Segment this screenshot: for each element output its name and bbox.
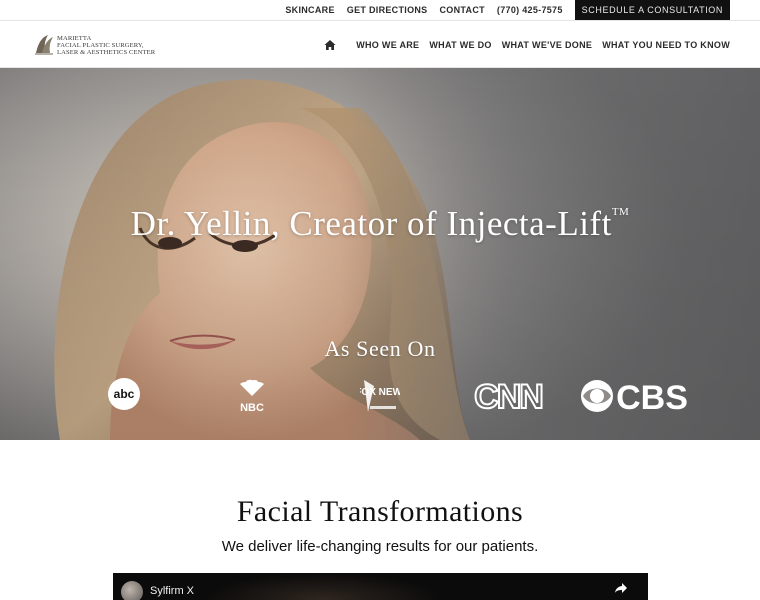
abc-logo-icon: abc xyxy=(108,378,140,410)
hero-banner: Dr. Yellin, Creator of Injecta-LiftTM As… xyxy=(0,68,760,440)
trademark-mark: TM xyxy=(611,206,630,218)
contact-link[interactable]: CONTACT xyxy=(439,5,484,15)
cnn-logo: CNN xyxy=(472,378,544,414)
top-bar: SKINCARE GET DIRECTIONS CONTACT (770) 42… xyxy=(0,0,760,20)
logo-line-2: FACIAL PLASTIC SURGERY, xyxy=(57,41,144,49)
logo-text: MARIETTA FACIAL PLASTIC SURGERY, LASER &… xyxy=(57,35,155,56)
nbc-logo: NBC xyxy=(234,378,270,414)
cnn-logo-text: CNN xyxy=(474,378,542,414)
nav-who-we-are[interactable]: WHO WE ARE xyxy=(356,40,419,50)
site-logo[interactable]: MARIETTA FACIAL PLASTIC SURGERY, LASER &… xyxy=(33,31,163,59)
hero-title-text: Dr. Yellin, Creator of Injecta-Lift xyxy=(130,204,612,243)
home-icon[interactable] xyxy=(324,39,336,51)
hero-title: Dr. Yellin, Creator of Injecta-LiftTM xyxy=(0,204,760,244)
nbc-logo-text: NBC xyxy=(240,402,264,414)
main-nav: WHO WE ARE WHAT WE DO WHAT WE'VE DONE WH… xyxy=(324,21,730,69)
skincare-link[interactable]: SKINCARE xyxy=(285,5,334,15)
nav-what-weve-done[interactable]: WHAT WE'VE DONE xyxy=(502,40,592,50)
logo-emblem-icon xyxy=(35,35,53,55)
section-subtitle: We deliver life-changing results for our… xyxy=(221,538,539,555)
main-header: MARIETTA FACIAL PLASTIC SURGERY, LASER &… xyxy=(0,20,760,68)
fox-news-logo-icon: FOX NEWS xyxy=(360,380,400,412)
abc-logo: abc xyxy=(108,378,140,410)
video-title[interactable]: Sylfirm X xyxy=(150,585,194,597)
nav-what-we-do[interactable]: WHAT WE DO xyxy=(429,40,491,50)
cnn-logo-icon: CNN xyxy=(473,378,544,414)
video-player[interactable]: Sylfirm X xyxy=(113,573,648,600)
video-thumbnail xyxy=(173,573,473,600)
abc-logo-text: abc xyxy=(114,387,135,401)
cbs-logo-text: CBS xyxy=(616,379,688,414)
nbc-peacock-icon: NBC xyxy=(240,379,264,414)
get-directions-link[interactable]: GET DIRECTIONS xyxy=(347,5,428,15)
as-seen-on-heading: As Seen On xyxy=(324,336,436,361)
channel-avatar[interactable] xyxy=(121,581,143,600)
cbs-logo: CBS xyxy=(580,378,692,414)
section-title: Facial Transformations xyxy=(236,495,524,528)
fox-news-logo: FOX NEWS xyxy=(360,378,400,414)
logo-line-1: MARIETTA xyxy=(57,34,92,42)
top-links: SKINCARE GET DIRECTIONS CONTACT (770) 42… xyxy=(285,0,730,20)
fox-news-logo-text: FOX NEWS xyxy=(360,387,400,398)
logo-line-3: LASER & AESTHETICS CENTER xyxy=(57,48,156,56)
share-icon[interactable] xyxy=(614,582,628,594)
phone-link[interactable]: (770) 425-7575 xyxy=(497,5,563,15)
cbs-eye-icon: CBS xyxy=(581,379,688,414)
schedule-consultation-button[interactable]: SCHEDULE A CONSULTATION xyxy=(574,0,730,20)
nav-what-you-need-to-know[interactable]: WHAT YOU NEED TO KNOW xyxy=(602,40,730,50)
media-logos: abc NBC FOX NEWS CNN xyxy=(0,378,760,418)
